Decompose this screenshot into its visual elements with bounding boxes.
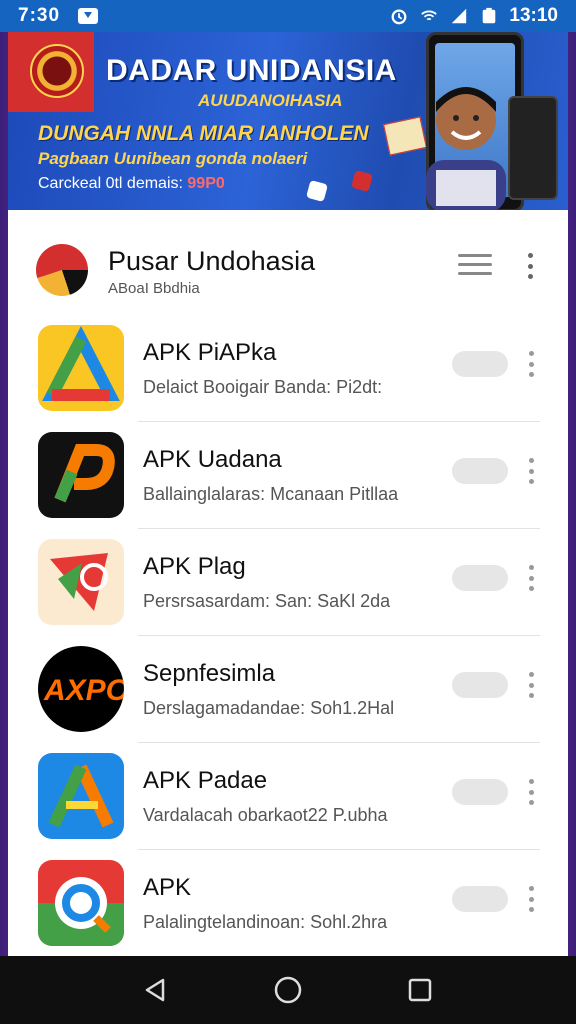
banner-cta-code: 99P0 (187, 175, 225, 192)
list-item[interactable]: APK Padae Vardalacah obarkaot22 P.ubha (8, 743, 568, 850)
more-options-icon[interactable] (527, 779, 535, 805)
emblem-icon (30, 44, 84, 98)
app-title: APK Padae (143, 767, 268, 794)
phone-illustration-secondary (508, 96, 558, 200)
header-subtitle: ABoaI Bbdhia (108, 280, 200, 297)
app-title: Sepnfesimla (143, 660, 276, 687)
banner-cta-text: Carckeal 0tl demais: (38, 175, 183, 192)
app-description: Derslagamadandae: Soh1.2Hal (143, 698, 395, 718)
battery-icon (483, 7, 496, 24)
banner-title: DADAR UNIDANSIA (106, 54, 397, 87)
back-button[interactable] (136, 970, 176, 1010)
header-title: Pusar Undohasia (108, 246, 316, 276)
app-list-panel: Pusar Undohasia ABoaI Bbdhia APK PiAPka … (8, 210, 568, 956)
status-clock: 13:10 (509, 5, 558, 26)
app-description: Palalingtelandinoan: Sohl.2hra (143, 912, 388, 932)
p-logo-icon (38, 432, 124, 518)
status-time: 7:30 (18, 5, 61, 26)
home-button[interactable] (268, 970, 308, 1010)
more-options-icon[interactable] (527, 672, 535, 698)
app-description: Vardalacah obarkaot22 P.ubha (143, 805, 388, 825)
banner-cta: Carckeal 0tl demais: 99P0 (38, 175, 225, 193)
wifi-icon (421, 10, 438, 21)
ring-logo-icon (38, 860, 124, 946)
install-button[interactable] (452, 779, 508, 805)
install-button[interactable] (452, 565, 508, 591)
triangle-logo-icon (38, 325, 124, 411)
back-triangle-icon (145, 978, 165, 1002)
recents-button[interactable] (400, 970, 440, 1010)
install-button[interactable] (452, 672, 508, 698)
apo-logo-icon: AXPO (38, 646, 124, 732)
dice-decoration (305, 179, 329, 203)
recents-square-icon (408, 978, 432, 1002)
app-title: APK Plag (143, 553, 246, 580)
more-options-icon[interactable] (527, 565, 535, 591)
app-description: Ballainglalaras: Mcanaan Pitllaa (143, 484, 399, 504)
signal-icon (452, 8, 467, 24)
app-description: Persrsasardam: San: SaKl 2da (143, 591, 391, 611)
list-item[interactable]: APK Plag Persrsasardam: San: SaKl 2da (8, 529, 568, 636)
brand-logo-icon (36, 244, 88, 296)
install-button[interactable] (452, 351, 508, 377)
more-options-icon[interactable] (527, 886, 535, 912)
list-item[interactable]: APK Palalingtelandinoan: Sohl.2hra (8, 850, 568, 956)
list-item[interactable]: APK Uadana Ballainglalaras: Mcanaan Pitl… (8, 422, 568, 529)
app-title: APK (143, 874, 192, 901)
banner-tagline: Pagbaan Uunibean gonda nolaeri (38, 149, 308, 168)
home-circle-icon (274, 976, 302, 1004)
list-header: Pusar Undohasia ABoaI Bbdhia (8, 210, 568, 315)
banner-subtitle: AUUDANOIHASIA (198, 91, 343, 110)
banner-headline: DUNGAH NNLA MIAR IANHOLEN (38, 122, 369, 145)
play-logo-icon (38, 539, 124, 625)
dice-decoration (350, 169, 374, 193)
app-title: APK PiAPka (143, 339, 277, 366)
list-item[interactable]: AXPO Sepnfesimla Derslagamadandae: Soh1.… (8, 636, 568, 743)
notification-icon (78, 8, 99, 24)
alarm-icon (391, 9, 407, 25)
more-options-icon[interactable] (526, 253, 534, 279)
more-options-icon[interactable] (527, 351, 535, 377)
status-bar: 7:30 13:10 (0, 0, 576, 32)
app-description: Delaict Booigair Banda: Pi2dt: (143, 377, 383, 397)
more-options-icon[interactable] (527, 458, 535, 484)
install-button[interactable] (452, 886, 508, 912)
promo-banner[interactable]: DADAR UNIDANSIA AUUDANOIHASIA DUNGAH NNL… (8, 32, 568, 210)
a-logo-icon (38, 753, 124, 839)
hamburger-menu-icon[interactable] (458, 254, 492, 278)
install-button[interactable] (452, 458, 508, 484)
navigation-bar (0, 956, 576, 1024)
app-title: APK Uadana (143, 446, 282, 473)
svg-text:AXPO: AXPO (43, 674, 124, 707)
list-item[interactable]: APK PiAPka Delaict Booigair Banda: Pi2dt… (8, 315, 568, 422)
